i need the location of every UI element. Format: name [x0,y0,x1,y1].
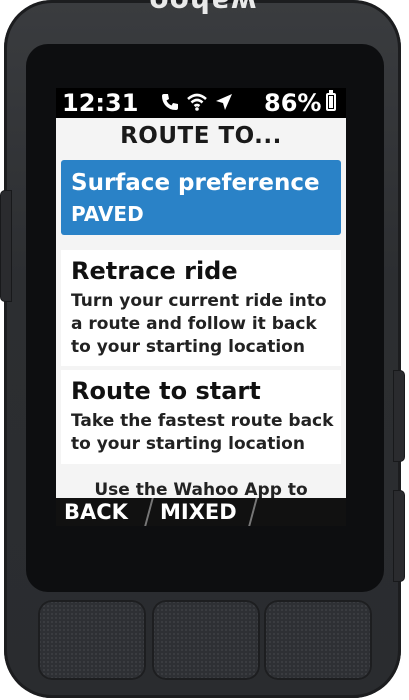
softkey-divider [144,498,154,526]
option-description: Turn your current ride into a route and … [71,291,327,357]
route-to-start-option[interactable]: Route to start Take the fastest route ba… [61,370,341,464]
hardware-button-center[interactable] [152,600,260,680]
side-button-right-upper[interactable] [393,370,405,462]
hint-text: Use the Wahoo App to [94,480,308,500]
battery-icon [326,90,336,111]
hardware-button-left[interactable] [38,600,146,680]
softkey-divider [248,498,258,526]
display-screen: 12:31 86% ROUTE TO... Surface preference… [56,88,346,526]
back-softkey[interactable]: BACK [64,498,128,526]
option-title: Retrace ride [71,257,238,285]
surface-preference-option[interactable]: Surface preference PAVED [61,160,341,235]
page-title: ROUTE TO... [120,123,282,149]
brand-logo: wahoo [148,0,257,19]
softkey-bar: BACK MIXED [56,498,346,526]
option-title: Route to start [71,377,261,405]
clock: 12:31 [62,89,139,117]
side-button-right-lower[interactable] [393,490,405,582]
retrace-ride-option[interactable]: Retrace ride Turn your current ride into… [61,250,341,366]
status-icons [160,92,234,112]
hardware-button-right[interactable] [264,600,372,680]
option-value: PAVED [71,202,144,226]
status-bar: 12:31 86% [56,88,346,118]
location-arrow-icon [216,94,232,110]
mixed-softkey[interactable]: MIXED [160,498,237,526]
wifi-icon [187,93,207,111]
side-button-left[interactable] [0,190,12,302]
battery-percent: 86% [264,89,322,117]
battery-fill [329,95,333,108]
phone-icon [162,94,178,110]
option-description: Take the fastest route back to your star… [71,411,334,454]
option-label: Surface preference [71,170,320,196]
